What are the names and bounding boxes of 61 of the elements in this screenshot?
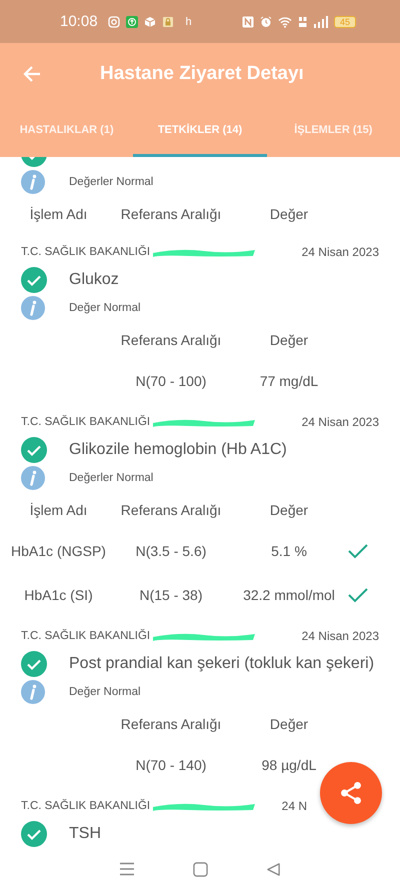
- cube-icon: [144, 16, 156, 28]
- date-label: 24 Nisan 2023: [302, 629, 379, 643]
- clock: 10:08: [60, 13, 98, 30]
- column-header: Değer: [270, 716, 308, 732]
- column-header: İşlem Adı: [30, 502, 88, 518]
- result-note: Değer Normal: [69, 302, 141, 314]
- table-cell-text: HbA1c (SI): [23, 587, 94, 603]
- back-icon[interactable]: [266, 862, 281, 876]
- column-header: Değer: [270, 332, 308, 348]
- column-header: Değer: [270, 206, 308, 222]
- test-name: Glukoz: [69, 271, 119, 289]
- source-label: T.C. SAĞLIK BAKANLIĞI: [21, 800, 150, 812]
- date-label: 24 Nisan 2023: [302, 245, 379, 259]
- table-cell-text: 98 µg/dL: [260, 757, 318, 773]
- info-icon: [21, 466, 45, 490]
- info-icon: [21, 680, 45, 704]
- table-cell-text: N(15 - 38): [138, 587, 204, 603]
- column-header: Referans Aralığı: [120, 502, 222, 518]
- column-header: Değer: [270, 502, 308, 518]
- table-cell: HbA1c (NGSP): [10, 543, 107, 559]
- table-cell-text: 5.1 %: [270, 543, 308, 559]
- upload-icon: [126, 16, 138, 28]
- result-note: Değerler Normal: [69, 472, 154, 484]
- column-header: Referans Aralığı: [120, 332, 222, 348]
- notification-letter: h: [186, 16, 192, 28]
- battery-indicator: 45: [334, 16, 356, 28]
- date-label: 24 N: [282, 799, 307, 813]
- column-header: İşlem Adı: [30, 206, 88, 222]
- test-name: Glikozile hemoglobin (Hb A1C): [69, 441, 287, 459]
- back-arrow-icon: [22, 64, 42, 84]
- result-note: Değer Normal: [69, 686, 141, 698]
- menu-icon[interactable]: [119, 862, 135, 876]
- camera-icon: [108, 16, 120, 28]
- tab[interactable]: TETKİKLER (14): [133, 105, 267, 157]
- tab[interactable]: İŞLEMLER (15): [266, 105, 400, 157]
- alarm-icon: [260, 16, 272, 28]
- source-label: T.C. SAĞLIK BAKANLIĞI: [21, 416, 150, 428]
- test-name: Post prandial kan şekeri (tokluk kan şekeri): [69, 655, 374, 673]
- source-label: T.C. SAĞLIK BAKANLIĞI: [21, 630, 150, 642]
- share-icon: [338, 780, 364, 806]
- table-cell-text: N(70 - 140): [134, 757, 208, 773]
- share-button[interactable]: [320, 762, 382, 824]
- wifi-icon: [278, 16, 292, 28]
- table-cell-text: N(3.5 - 5.6): [134, 543, 208, 559]
- source-label: T.C. SAĞLIK BAKANLIĞI: [21, 246, 150, 258]
- tab[interactable]: HASTALIKLAR (1): [0, 105, 134, 157]
- screen-title: Hastane Ziyaret Detayı: [100, 63, 304, 85]
- table-cell-text: 32.2 mmol/mol: [242, 587, 336, 603]
- result-note: Değerler Normal: [69, 176, 154, 188]
- table-cell-text: N(70 - 100): [134, 373, 208, 389]
- lock-icon: [162, 16, 174, 28]
- table-cell-text: 77 mg/dL: [258, 373, 320, 389]
- column-header: Referans Aralığı: [120, 716, 222, 732]
- column-header: Referans Aralığı: [120, 206, 222, 222]
- info-icon: [21, 296, 45, 320]
- signal-icon: [314, 16, 328, 28]
- test-name: TSH: [69, 825, 101, 843]
- home-icon[interactable]: [193, 862, 208, 876]
- nfc-icon: [242, 16, 254, 28]
- date-label: 24 Nisan 2023: [302, 415, 379, 429]
- info-icon: [21, 170, 45, 194]
